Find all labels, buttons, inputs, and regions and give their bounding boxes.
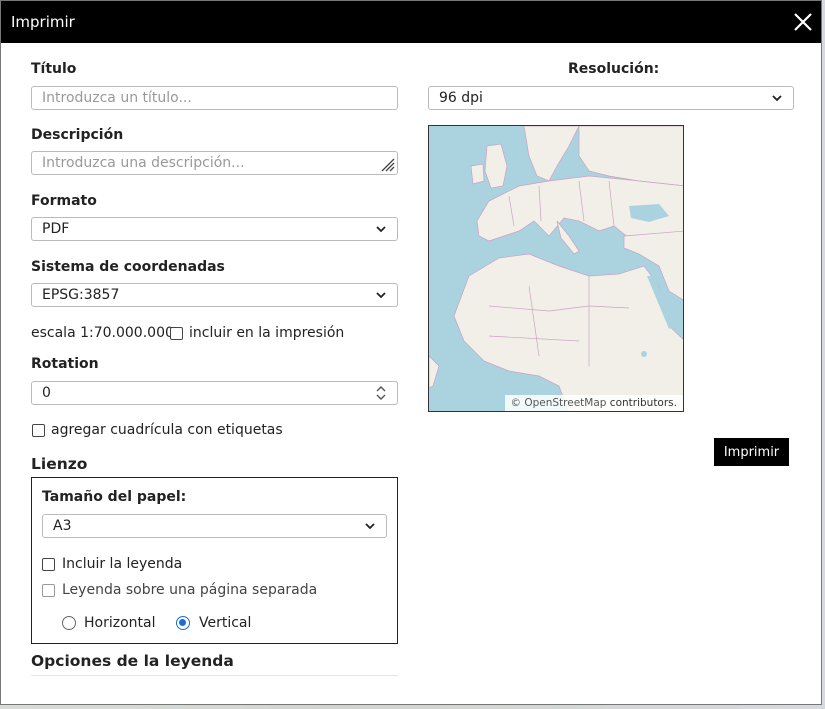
scale-include-checkbox[interactable] bbox=[170, 327, 183, 340]
spinner-arrows-icon[interactable] bbox=[375, 385, 387, 401]
attribution-link[interactable]: © OpenStreetMap bbox=[511, 397, 607, 409]
map-preview[interactable]: © OpenStreetMap contributors. bbox=[428, 125, 684, 412]
print-dialog: Imprimir Título Introduzca un título... … bbox=[0, 0, 822, 705]
orientation-horizontal-label: Horizontal bbox=[84, 615, 156, 631]
paper-size-select[interactable]: A3 bbox=[42, 514, 387, 538]
dialog-title: Imprimir bbox=[11, 13, 75, 31]
chevron-down-icon bbox=[376, 226, 386, 233]
canvas-section-title: Lienzo bbox=[31, 455, 88, 473]
description-placeholder: Introduzca una descripción... bbox=[42, 155, 245, 171]
orientation-vertical-label: Vertical bbox=[199, 615, 252, 631]
crs-select[interactable]: EPSG:3857 bbox=[31, 283, 398, 307]
chevron-down-icon bbox=[376, 292, 386, 299]
map-preview-image bbox=[429, 126, 683, 411]
chevron-down-icon bbox=[365, 523, 375, 530]
scale-text: escala 1:70.000.000 bbox=[31, 325, 174, 341]
print-button[interactable]: Imprimir bbox=[714, 438, 789, 466]
orientation-vertical-radio[interactable] bbox=[176, 616, 190, 630]
title-input[interactable]: Introduzca un título... bbox=[31, 86, 398, 110]
rotation-value: 0 bbox=[42, 385, 51, 401]
rotation-label: Rotation bbox=[31, 356, 99, 372]
canvas-panel: Tamaño del papel: A3 Incluir la leyenda … bbox=[31, 477, 398, 644]
orientation-horizontal-radio[interactable] bbox=[62, 616, 76, 630]
include-legend-label: Incluir la leyenda bbox=[62, 556, 183, 572]
format-select[interactable]: PDF bbox=[31, 217, 398, 241]
grid-checkbox[interactable] bbox=[32, 424, 45, 437]
legend-separate-label: Leyenda sobre una página separada bbox=[62, 582, 318, 598]
format-label: Formato bbox=[31, 193, 97, 209]
crs-label: Sistema de coordenadas bbox=[31, 259, 225, 275]
legend-options-title: Opciones de la leyenda bbox=[31, 652, 234, 670]
resolution-select[interactable]: 96 dpi bbox=[428, 86, 794, 110]
rotation-input[interactable]: 0 bbox=[31, 381, 398, 405]
paper-size-label: Tamaño del papel: bbox=[42, 489, 187, 505]
resize-grip-icon[interactable] bbox=[379, 156, 395, 172]
section-divider bbox=[31, 675, 398, 676]
resolution-label: Resolución: bbox=[568, 61, 660, 77]
resolution-value: 96 dpi bbox=[439, 90, 483, 106]
crs-value: EPSG:3857 bbox=[42, 287, 120, 303]
legend-separate-checkbox[interactable] bbox=[42, 584, 55, 597]
grid-label: agregar cuadrícula con etiquetas bbox=[51, 422, 283, 438]
scale-include-label: incluir en la impresión bbox=[189, 325, 345, 341]
include-legend-checkbox[interactable] bbox=[42, 558, 55, 571]
description-textarea[interactable]: Introduzca una descripción... bbox=[31, 151, 398, 175]
chevron-down-icon bbox=[772, 95, 782, 102]
attribution-text: contributors. bbox=[609, 397, 677, 409]
title-placeholder: Introduzca un título... bbox=[42, 90, 192, 106]
close-button[interactable] bbox=[791, 10, 815, 34]
format-value: PDF bbox=[42, 221, 70, 237]
close-icon bbox=[794, 13, 812, 31]
paper-size-value: A3 bbox=[53, 518, 72, 534]
dialog-titlebar: Imprimir bbox=[1, 1, 821, 43]
title-label: Título bbox=[31, 61, 77, 77]
map-attribution: © OpenStreetMap contributors. bbox=[504, 395, 683, 411]
description-label: Descripción bbox=[31, 127, 124, 143]
